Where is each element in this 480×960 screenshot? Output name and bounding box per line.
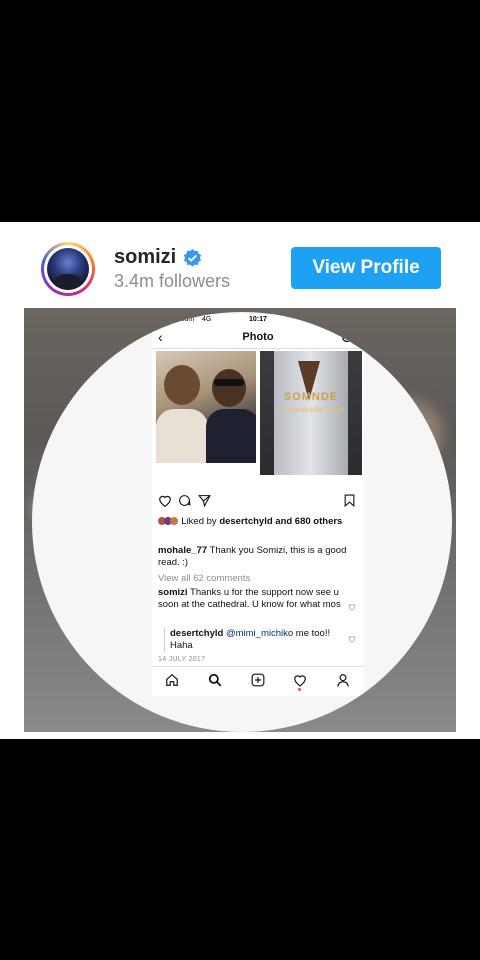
caption: mohale_77 Thank you Somizi, this is a go…: [158, 545, 353, 569]
comment-icon[interactable]: [178, 494, 191, 507]
post-image[interactable]: Vodacom 4G 10:17 70% ‹ Photo SOMNDE Unbr…: [24, 308, 456, 732]
notification-dot: [298, 688, 301, 691]
caption-user[interactable]: mohale_77: [158, 545, 207, 556]
activity-heart-icon[interactable]: [293, 673, 307, 687]
profile-icon[interactable]: [336, 673, 350, 687]
liked-by-user[interactable]: desertchyld: [219, 516, 272, 527]
book-cover-brand: SOMNDE: [283, 391, 339, 403]
battery-label: 70%: [330, 316, 345, 323]
book-cover-image[interactable]: SOMNDE Unbreakable Spirit: [260, 351, 362, 475]
comment-user[interactable]: somizi: [158, 587, 188, 598]
refresh-icon[interactable]: [340, 330, 354, 344]
action-bar: [152, 492, 364, 510]
screenshot-circle-frame: Vodacom 4G 10:17 70% ‹ Photo SOMNDE Unbr…: [32, 312, 452, 732]
username[interactable]: somizi: [114, 246, 176, 269]
post-card: somizi 3.4m followers View Profile Vodac…: [0, 222, 480, 739]
liked-by-prefix: Liked by: [181, 516, 217, 527]
reply-like-icon[interactable]: [348, 635, 356, 643]
book-cover-subtitle: Unbreakable Spirit: [278, 405, 344, 414]
reply-item: desertchyld @mimi_michiko me too!! Haha: [170, 628, 340, 652]
avatar[interactable]: [41, 242, 95, 296]
heart-icon[interactable]: [158, 494, 172, 507]
embedded-screenshot: Vodacom 4G 10:17 70% ‹ Photo SOMNDE Unbr…: [152, 314, 364, 696]
clock-label: 10:17: [249, 316, 267, 323]
status-bar: Vodacom 4G 10:17 70%: [152, 314, 364, 326]
search-icon[interactable]: [208, 673, 222, 687]
battery-icon: [345, 317, 358, 325]
bookmark-icon[interactable]: [344, 494, 355, 507]
nav-title: Photo: [242, 331, 274, 343]
follower-count: 3.4m followers: [114, 271, 231, 291]
photo-two-men[interactable]: [156, 351, 256, 463]
share-icon[interactable]: [198, 494, 211, 507]
likes-line: Liked by desertchyld and 680 others: [158, 516, 358, 527]
profile-header: somizi 3.4m followers View Profile: [0, 222, 480, 308]
view-profile-button[interactable]: View Profile: [291, 247, 441, 289]
post-date: 14 JULY 2017: [158, 656, 206, 663]
network-label: 4G: [202, 316, 212, 323]
carrier-label: Vodacom: [165, 316, 195, 323]
reply-mention[interactable]: @mimi_michiko: [226, 628, 293, 639]
comment-like-icon[interactable]: [348, 603, 356, 611]
liked-by-suffix[interactable]: and 680 others: [275, 516, 342, 527]
bottom-tab-bar: [152, 666, 364, 693]
signal-icon: [155, 317, 164, 323]
view-all-comments-link[interactable]: View all 62 comments: [158, 573, 353, 585]
photo-navbar: ‹ Photo: [152, 326, 364, 349]
reply-user[interactable]: desertchyld: [170, 628, 223, 639]
add-post-icon[interactable]: [251, 673, 265, 687]
verified-badge-icon: [183, 249, 202, 267]
home-icon[interactable]: [165, 673, 179, 687]
comment-item: somizi Thanks u for the support now see …: [158, 587, 343, 611]
